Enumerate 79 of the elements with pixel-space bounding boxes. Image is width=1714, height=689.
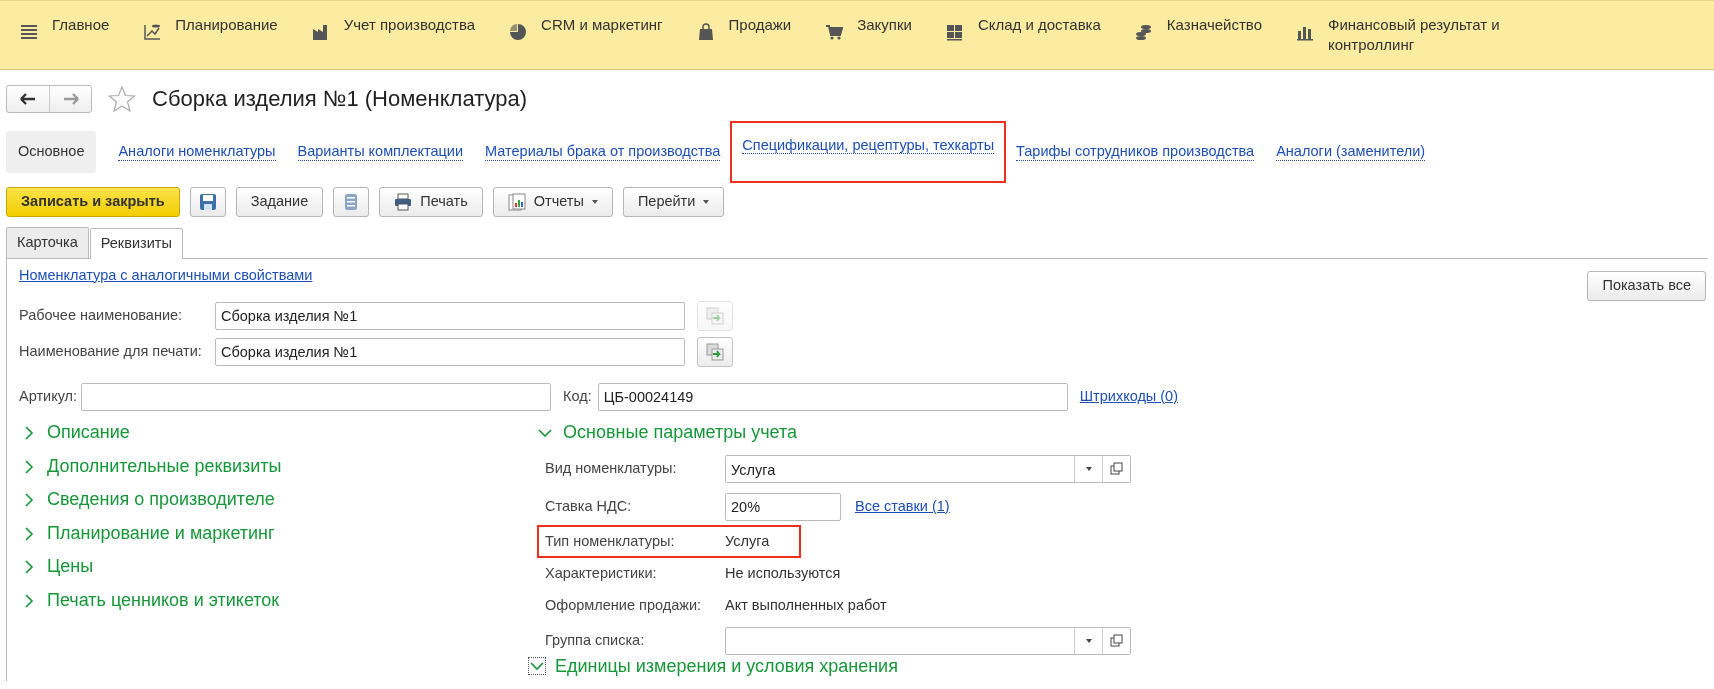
save-button[interactable] <box>189 186 226 217</box>
forward-arrow-icon <box>62 91 79 106</box>
task-button[interactable]: Задание <box>235 186 324 217</box>
chart-icon <box>143 23 162 41</box>
field-label: Рабочее наименование: <box>19 305 184 325</box>
printer-icon <box>394 192 413 211</box>
collapsible-section[interactable]: Единицы измерения и условия хранения <box>529 655 1131 678</box>
menu-item[interactable]: Планирование <box>143 15 278 69</box>
collapsible-section[interactable]: Цены <box>21 550 537 584</box>
nav-link[interactable]: Материалы брака от производства <box>485 142 721 162</box>
report-icon <box>507 192 526 211</box>
copy-button[interactable] <box>697 336 733 367</box>
menu-icon <box>20 23 38 41</box>
caret-icon <box>1084 637 1093 644</box>
caret-icon <box>591 199 598 204</box>
dropdown-field[interactable]: Услуга <box>725 454 1131 483</box>
reports-button[interactable]: Отчеты <box>492 186 613 217</box>
nav-link[interactable]: Варианты комплектации <box>297 142 464 162</box>
list-button[interactable] <box>333 186 370 217</box>
menu-item[interactable]: Закупки <box>825 15 912 69</box>
field-label: Характеристики: <box>545 563 658 583</box>
open-icon <box>1110 462 1123 475</box>
collapsible-section[interactable]: Планирование и маркетинг <box>21 517 537 551</box>
caret-icon <box>1084 465 1093 472</box>
open-icon <box>1110 634 1123 647</box>
collapsible-section[interactable]: Сведения о производителе <box>21 483 537 517</box>
menu-item[interactable]: Склад и доставка <box>945 15 1101 69</box>
copy-icon <box>706 342 724 361</box>
field-value: Не используются <box>725 563 841 583</box>
shopping-bag-icon <box>696 23 715 41</box>
go-to-button[interactable]: Перейти <box>622 186 725 217</box>
menu-item[interactable]: CRM и маркетинг <box>509 15 663 69</box>
nav-link[interactable]: Тарифы сотрудников производства <box>1016 142 1255 162</box>
print-button[interactable]: Печать <box>379 186 483 217</box>
back-arrow-icon <box>20 91 36 106</box>
save-and-close-button[interactable]: Записать и закрыть <box>6 186 180 217</box>
show-all-button[interactable]: Показать все <box>1587 270 1706 301</box>
collapsible-section[interactable]: Печать ценников и этикеток <box>21 584 537 618</box>
field-value: Услуга <box>725 531 770 551</box>
article-field[interactable] <box>81 382 552 411</box>
barcodes-link[interactable]: Штрихкоды (0) <box>1079 385 1178 408</box>
grid-icon <box>945 23 964 41</box>
field-label: Код: <box>563 386 592 406</box>
field-label: Артикул: <box>19 386 78 406</box>
menu-item[interactable]: Продажи <box>696 15 792 69</box>
field-label: Вид номенклатуры: <box>545 458 678 478</box>
nav-link[interactable]: Аналоги (заменители) <box>1276 142 1426 162</box>
field-label: Наименование для печати: <box>19 341 203 361</box>
dropdown-field[interactable] <box>725 626 1131 655</box>
form-tab[interactable]: Реквизиты <box>89 227 183 259</box>
field-label: Группа списка: <box>545 630 646 650</box>
window-title: Сборка изделия №1 (Номенклатура) <box>152 85 528 113</box>
text-field[interactable]: Сборка изделия №1 <box>215 337 685 366</box>
code-field[interactable]: ЦБ-00024149 <box>597 382 1068 411</box>
nav-link[interactable]: Аналоги номенклатуры <box>118 142 276 162</box>
nav-link[interactable]: Спецификации, рецептуры, техкарты <box>742 137 995 154</box>
menu-item[interactable]: Казначейство <box>1134 15 1262 69</box>
caret-icon <box>703 199 710 204</box>
collapsible-section[interactable]: Основные параметры учета <box>537 416 1131 450</box>
nav-link[interactable]: Основное <box>6 131 97 173</box>
field-label: Ставка НДС: <box>545 496 633 516</box>
menu-item[interactable]: Учет производства <box>311 15 476 69</box>
menu-item[interactable]: Финансовый результат и контроллинг <box>1296 15 1568 69</box>
all-rates-link[interactable]: Все ставки (1) <box>855 495 950 518</box>
menu-item[interactable]: Главное <box>20 15 110 69</box>
coins-icon <box>1134 23 1153 41</box>
collapsible-section[interactable]: Описание <box>21 416 537 450</box>
pie-chart-icon <box>509 23 528 41</box>
collapsible-section[interactable]: Дополнительные реквизиты <box>21 450 537 484</box>
factory-icon <box>311 23 330 41</box>
field-label: Оформление продажи: <box>545 595 703 615</box>
cart-icon <box>825 23 844 41</box>
field-value: Акт выполненных работ <box>725 595 887 615</box>
field-label: Тип номенклатуры: <box>545 531 676 551</box>
similar-items-link[interactable]: Номенклатура с аналогичными свойствами <box>19 264 313 287</box>
star-icon[interactable] <box>108 84 136 113</box>
copy-icon <box>706 306 724 325</box>
text-field[interactable]: 20% <box>725 492 841 521</box>
form-tab[interactable]: Карточка <box>6 226 89 258</box>
